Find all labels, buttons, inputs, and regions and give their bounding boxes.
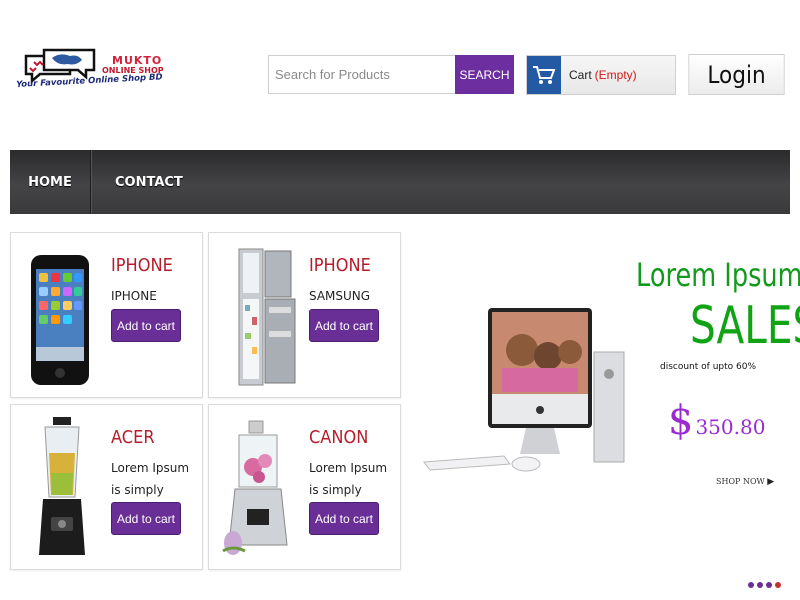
banner-heading: Lorem Ipsum <box>636 256 800 294</box>
product-desc: SAMSUNG <box>309 289 371 303</box>
login-button[interactable]: Login <box>688 54 785 95</box>
slider-dots <box>748 582 781 588</box>
smartphone-image <box>31 255 89 385</box>
banner-price: $350.80 <box>668 398 765 444</box>
search-field <box>268 55 456 94</box>
food-processor-image <box>222 420 288 555</box>
product-title[interactable]: IPHONE <box>309 255 371 276</box>
play-arrow-icon: ▶ <box>767 477 775 487</box>
cart-label: Cart (Empty) <box>569 68 637 82</box>
slider-dot[interactable] <box>757 582 763 588</box>
slider-dot[interactable] <box>766 582 772 588</box>
product-card: IPHONE IPHONE Add to cart <box>10 232 203 398</box>
cart-widget[interactable]: Cart (Empty) <box>526 55 676 95</box>
promo-banner[interactable]: Lorem Ipsum SALES discount of upto 60% $… <box>410 232 800 572</box>
main-nav: HOME CONTACT <box>10 150 790 214</box>
cart-status: (Empty) <box>594 68 637 82</box>
shopping-cart-icon <box>527 56 561 94</box>
slider-dot[interactable] <box>748 582 754 588</box>
price-currency: $ <box>668 398 694 444</box>
add-to-cart-button[interactable]: Add to cart <box>111 309 181 342</box>
product-desc: Lorem Ipsum is simply <box>309 461 388 497</box>
add-to-cart-button[interactable]: Add to cart <box>309 502 379 535</box>
product-card: CANON Lorem Ipsum is simply Add to cart <box>208 404 401 570</box>
add-to-cart-button[interactable]: Add to cart <box>111 502 181 535</box>
nav-item-home[interactable]: HOME <box>10 150 91 214</box>
product-card: ACER Lorem Ipsum is simply Add to cart <box>10 404 203 570</box>
refrigerator-image <box>238 248 296 386</box>
product-title[interactable]: IPHONE <box>111 255 173 276</box>
blender-image <box>39 417 85 555</box>
search-input[interactable] <box>269 56 455 93</box>
product-card: IPHONE SAMSUNG Add to cart <box>208 232 401 398</box>
slider-dot-active[interactable] <box>775 582 781 588</box>
product-desc: Lorem Ipsum is simply <box>111 461 190 497</box>
product-desc: IPHONE <box>111 289 157 303</box>
search-button[interactable]: SEARCH <box>455 55 514 94</box>
price-value: 350.80 <box>695 415 766 439</box>
add-to-cart-button[interactable]: Add to cart <box>309 309 379 342</box>
imac-computer-image <box>423 308 625 472</box>
nav-item-contact[interactable]: CONTACT <box>91 150 183 214</box>
shop-now-link[interactable]: SHOP NOW ▶ <box>716 477 774 487</box>
site-logo[interactable]: MUKTO ONLINE SHOP Your Favourite Online … <box>16 44 196 100</box>
banner-discount-text: discount of upto 60% <box>660 362 757 372</box>
product-title[interactable]: ACER <box>111 427 155 448</box>
banner-sales-text: SALES <box>690 296 800 356</box>
product-title[interactable]: CANON <box>309 427 368 448</box>
